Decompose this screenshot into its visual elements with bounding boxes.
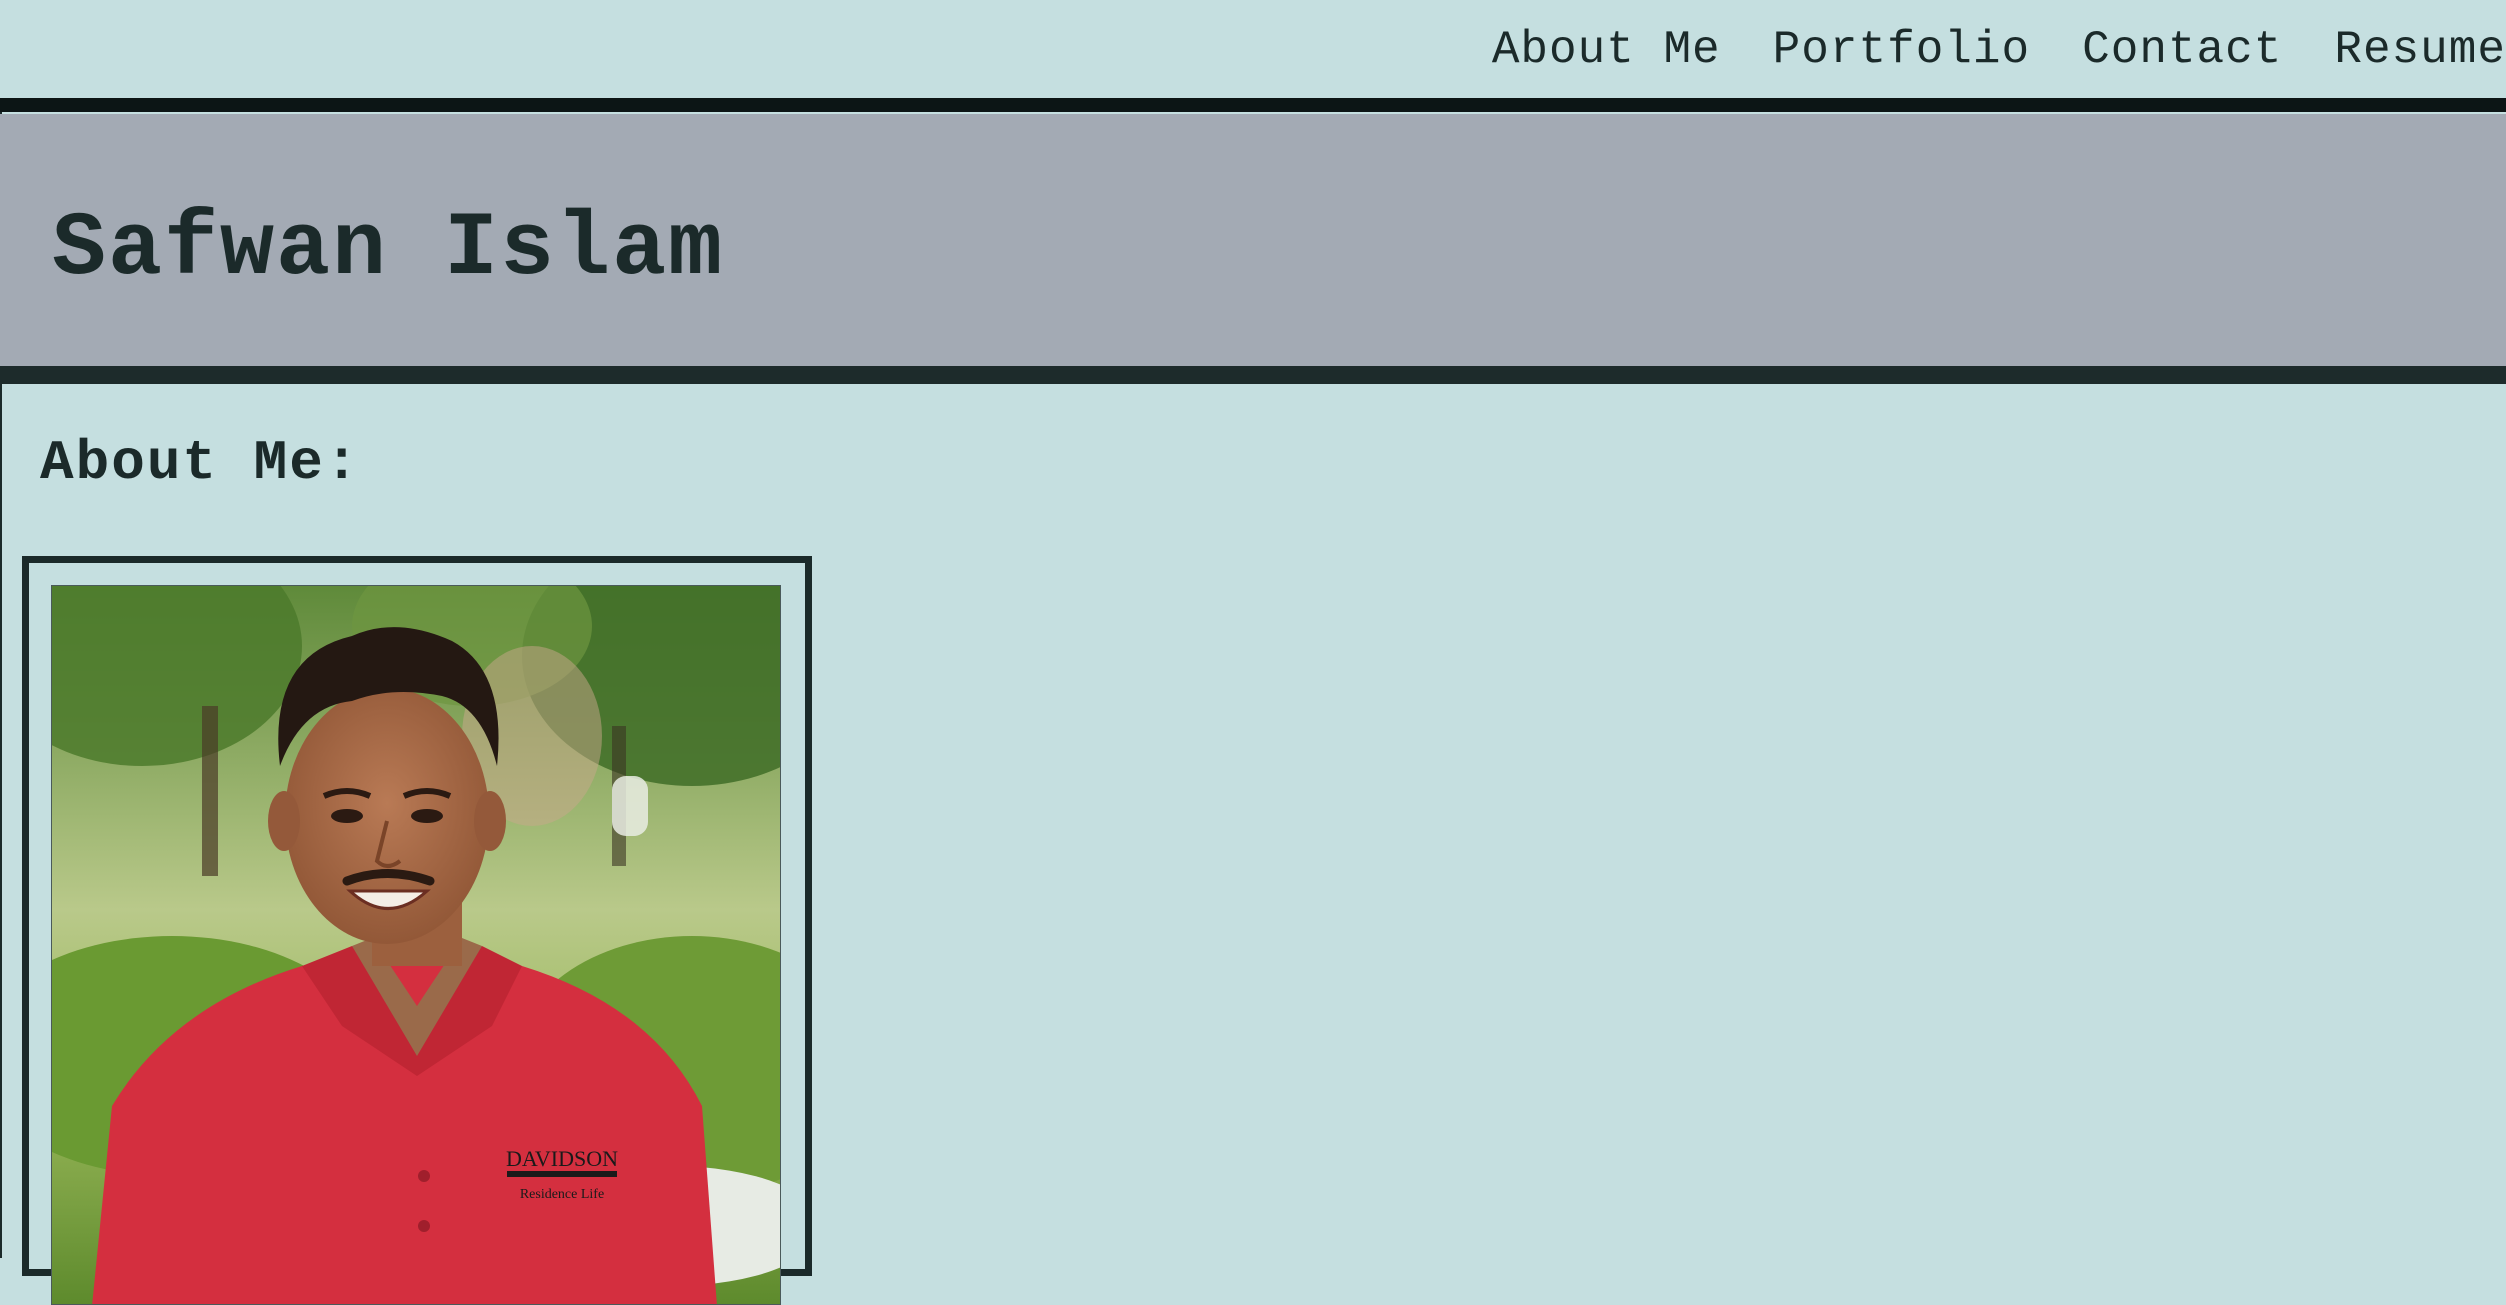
nav-item-about-me: About Me (1492, 22, 1721, 78)
nav-link-portfolio[interactable]: Portfolio (1773, 22, 2030, 78)
nav-link-contact[interactable]: Contact (2082, 22, 2282, 78)
profile-photo-frame: DAVIDSON Residence Life (22, 556, 812, 1305)
nav-link-resume[interactable]: Resume (2334, 22, 2506, 78)
nav-item-portfolio: Portfolio (1773, 22, 2030, 78)
nav-list: About Me Portfolio Contact Resume (1492, 22, 2506, 78)
profile-photo: DAVIDSON Residence Life (51, 585, 781, 1305)
nav-link-about-me[interactable]: About Me (1492, 22, 1721, 78)
name-banner: Safwan Islam (0, 114, 2506, 384)
about-heading: About Me: (40, 431, 361, 495)
shirt-logo-subtext: Residence Life (520, 1187, 604, 1202)
nav-item-resume: Resume (2334, 22, 2506, 78)
top-navigation: About Me Portfolio Contact Resume (0, 0, 2506, 112)
nav-item-contact: Contact (2082, 22, 2282, 78)
profile-photo-illustration: DAVIDSON Residence Life (52, 586, 780, 1304)
page-title: Safwan Islam (52, 199, 725, 301)
shirt-logo-text: DAVIDSON (506, 1146, 618, 1171)
